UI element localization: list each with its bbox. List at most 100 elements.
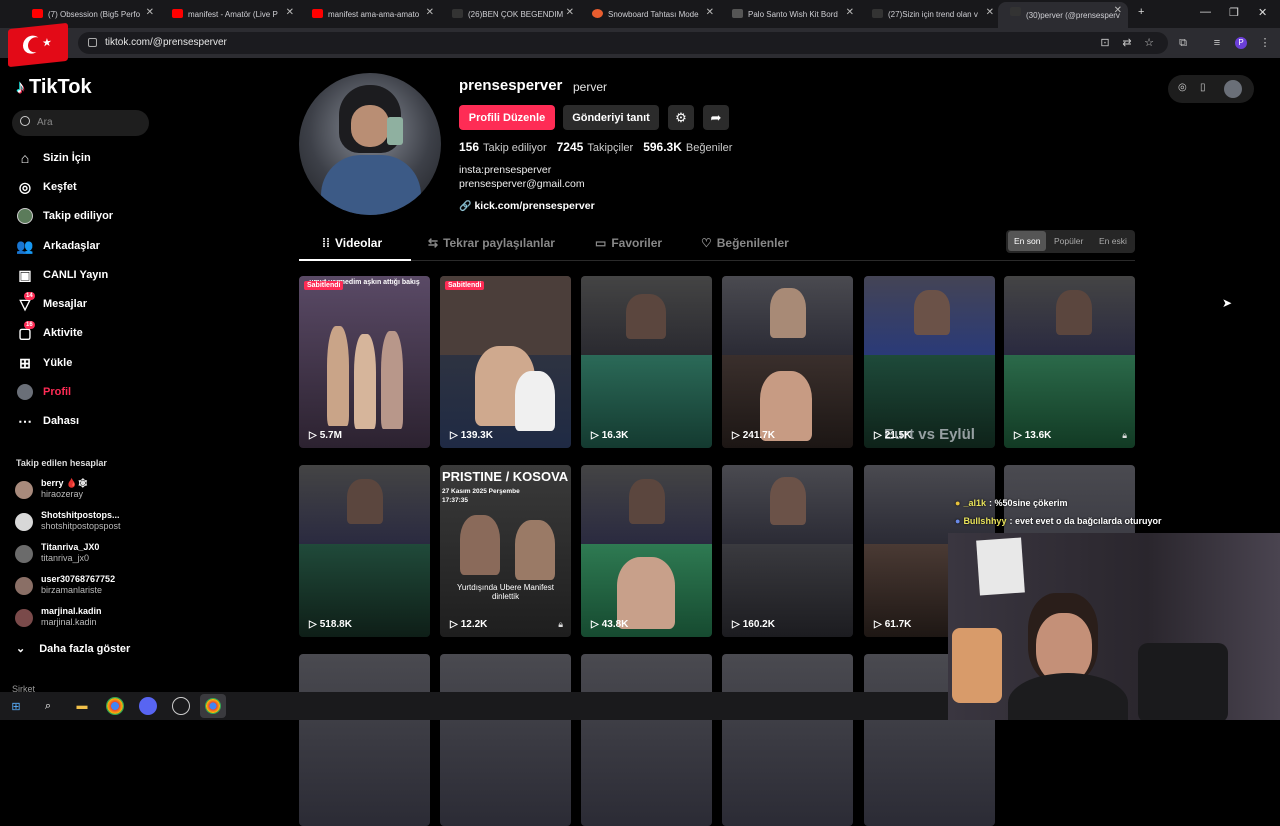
close-tab-icon[interactable]: ✕ <box>146 7 154 18</box>
video-card[interactable]: ▷ 241.7K <box>722 276 853 448</box>
nav-item-messages[interactable]: ▽ 14 Mesajlar <box>16 292 166 315</box>
close-tab-icon[interactable]: ✕ <box>566 7 574 18</box>
nav-item-explore[interactable]: ◎ Keşfet <box>16 176 166 198</box>
share-icon[interactable]: ➦ <box>703 105 729 130</box>
video-card[interactable]: ▷ 43.8K <box>581 465 712 637</box>
compass-icon[interactable]: ◎ <box>1178 82 1187 93</box>
account-handle: shotshitpostopspost <box>41 521 121 531</box>
video-card[interactable]: Eurt vs Eylül ▷ 21.5K <box>864 276 995 448</box>
play-icon: ▷ <box>591 430 599 441</box>
site-info-icon[interactable] <box>88 38 97 47</box>
nav-item-upload[interactable]: ⊞ Yükle <box>16 352 166 374</box>
browser-tab[interactable]: Snowboard Tahtası Mode ✕ <box>580 4 720 24</box>
tab-title: (7) Obsession (Big5 Perfo <box>48 9 141 19</box>
view-count: ▷ 21.5K <box>874 430 912 441</box>
chat-badge-icon: ● <box>955 498 961 508</box>
browser-tab[interactable]: manifest ama-ama-amato ✕ <box>300 4 440 24</box>
nav-item-following[interactable]: Takip ediliyor <box>16 205 166 227</box>
minimize-icon[interactable]: — <box>1200 6 1211 18</box>
video-card[interactable]: ▷ 518.8K <box>299 465 430 637</box>
close-tab-icon[interactable]: ✕ <box>286 7 294 18</box>
menu-kebab-icon[interactable]: ⋮ <box>1259 37 1271 49</box>
maximize-icon[interactable]: ❐ <box>1229 6 1239 19</box>
obs-icon[interactable] <box>172 697 190 715</box>
translate-icon[interactable]: ⇄ <box>1121 37 1133 49</box>
active-app-chrome-icon[interactable] <box>200 694 226 718</box>
friends-icon: 👥 <box>16 237 34 254</box>
video-card[interactable] <box>299 654 430 826</box>
close-tab-icon[interactable]: ✕ <box>1114 5 1122 16</box>
start-windows-icon[interactable]: ⊞ <box>7 697 25 715</box>
nav-item-friends[interactable]: 👥 Arkadaşlar <box>16 235 166 257</box>
following-account[interactable]: marjinal.kadin marjinal.kadin <box>15 606 155 632</box>
tab-reposts[interactable]: ⇆ Tekrar paylaşılanlar <box>428 236 555 250</box>
file-explorer-icon[interactable]: ▬ <box>73 697 91 715</box>
search-input[interactable]: Ara <box>12 110 149 136</box>
browser-tab-active[interactable]: (30)perver (@prensesperv ✕ <box>998 2 1128 28</box>
stat-following[interactable]: 156 Takip ediliyor <box>459 140 547 154</box>
nav-item-live[interactable]: ▣ CANLI Yayın <box>16 264 166 286</box>
tiktok-note-icon: ♪ <box>16 77 25 97</box>
tiktok-logo[interactable]: ♪ TikTok <box>16 76 92 99</box>
browser-tab[interactable]: (26)BEN ÇOK BEGENDIM ✕ <box>440 4 580 24</box>
discord-icon[interactable] <box>139 697 157 715</box>
browser-tab[interactable]: (27)Sizin için trend olan v ✕ <box>860 4 1000 24</box>
tab-videos[interactable]: ⁞⁞ Videolar <box>322 236 382 250</box>
tab-liked[interactable]: ♡ Beğenilenler <box>701 236 789 250</box>
search-icon[interactable]: ⌕ <box>39 697 57 715</box>
nav-item-profile[interactable]: Profil <box>16 381 166 403</box>
browser-tab[interactable]: Palo Santo Wish Kit Bord ✕ <box>720 4 860 24</box>
following-account[interactable]: Shotshitpostops... shotshitpostopspost <box>15 510 155 536</box>
close-tab-icon[interactable]: ✕ <box>426 7 434 18</box>
show-more-button[interactable]: ⌄ Daha fazla göster <box>16 642 130 656</box>
avatar[interactable] <box>1224 80 1242 98</box>
following-account[interactable]: Titanriva_JX0 titanriva_jx0 <box>15 542 155 568</box>
video-card[interactable]: ▷ 16.3K <box>581 276 712 448</box>
video-card[interactable]: Sabitlendi ▷ 139.3K <box>440 276 571 448</box>
video-card[interactable] <box>440 654 571 826</box>
new-tab-icon[interactable]: + <box>1138 6 1144 18</box>
nav-item-for-you[interactable]: ⌂ Sizin İçin <box>16 147 166 169</box>
video-card[interactable]: ▷ 160.2K <box>722 465 853 637</box>
profile-avatar[interactable] <box>299 73 441 215</box>
profile-avatar-icon[interactable]: P <box>1235 37 1247 49</box>
tab-title: manifest ama-ama-amato <box>328 9 420 19</box>
media-icon[interactable]: ≡ <box>1211 37 1223 49</box>
sort-option-oldest[interactable]: En eski <box>1099 236 1127 246</box>
chat-username: Bullshhyy <box>963 516 1007 526</box>
close-window-icon[interactable]: ✕ <box>1258 6 1267 19</box>
video-card[interactable]: ▷ 13.6K 🔒︎ <box>1004 276 1135 448</box>
settings-gear-icon[interactable]: ⚙ <box>668 105 694 130</box>
video-card[interactable] <box>722 654 853 826</box>
extensions-icon[interactable]: ⧉ <box>1177 37 1189 49</box>
bookmark-star-icon[interactable]: ☆ <box>1143 37 1155 49</box>
video-card[interactable]: PRISTINE / KOSOVA 27 Kasım 2025 Perşembe… <box>440 465 571 637</box>
sort-option-newest[interactable]: En son <box>1008 231 1047 251</box>
live-icon: ▣ <box>18 266 32 283</box>
following-account[interactable]: user30768767752 birzamanlariste <box>15 574 155 600</box>
play-icon: ▷ <box>450 619 458 630</box>
edit-profile-button[interactable]: Profili Düzenle <box>459 105 555 130</box>
profile-link[interactable]: 🔗 kick.com/prensesperver <box>459 200 595 212</box>
tab-divider <box>299 260 1135 261</box>
browser-tab[interactable]: (7) Obsession (Big5 Perfo ✕ <box>20 4 160 24</box>
sort-option-popular[interactable]: Popüler <box>1054 236 1083 246</box>
address-bar[interactable]: tiktok.com/@prensesperver <box>78 32 1168 54</box>
close-tab-icon[interactable]: ✕ <box>986 7 994 18</box>
chat-text: : %50sine çökerim <box>988 498 1068 508</box>
nav-item-activity[interactable]: ▢ 16 Aktivite <box>16 321 166 344</box>
video-card[interactable]: umut vermedim aşkın attığı bakış Sabitle… <box>299 276 430 448</box>
tab-favorites[interactable]: ▭ Favoriler <box>595 236 662 250</box>
phone-icon[interactable]: ▯ <box>1200 82 1206 93</box>
video-card[interactable] <box>581 654 712 826</box>
pinned-badge: Sabitlendi <box>445 281 485 290</box>
close-tab-icon[interactable]: ✕ <box>846 7 854 18</box>
nav-item-more[interactable]: ⋯ Dahası <box>16 410 166 432</box>
chrome-icon[interactable] <box>106 697 124 715</box>
promote-post-button[interactable]: Gönderiyi tanıt <box>563 105 659 130</box>
stat-followers[interactable]: 7245 Takipçiler <box>557 140 634 154</box>
install-icon[interactable]: ⊡ <box>1099 37 1111 49</box>
browser-tab[interactable]: manifest - Amatör (Live P ✕ <box>160 4 300 24</box>
close-tab-icon[interactable]: ✕ <box>706 7 714 18</box>
following-account[interactable]: berry 🩸🕸 hiraozeray <box>15 478 155 504</box>
